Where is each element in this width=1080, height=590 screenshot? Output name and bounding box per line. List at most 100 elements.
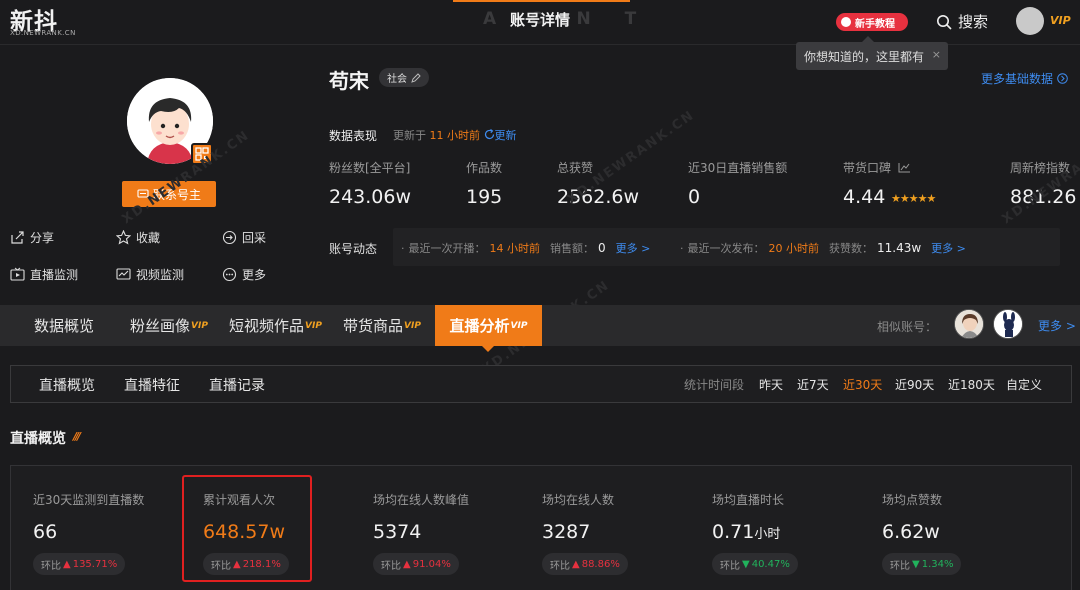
update-info: 更新于 11 小时前 更新 bbox=[393, 127, 517, 143]
tv-icon bbox=[10, 267, 25, 281]
stat-label: 总获赞 bbox=[557, 161, 594, 175]
metric-unit: 小时 bbox=[754, 527, 781, 542]
tutorial-label: 新手教程 bbox=[855, 18, 895, 30]
tab-label: 数据概览 bbox=[34, 317, 95, 335]
login-arrow-icon bbox=[222, 230, 237, 245]
refresh-button[interactable]: 更新 bbox=[484, 129, 517, 142]
logo-domain: XD.NEWRANK.CN bbox=[10, 29, 76, 37]
subnav-live-overview[interactable]: 直播概览 bbox=[39, 375, 95, 395]
tab-fans[interactable]: 粉丝画像 VIP bbox=[130, 305, 208, 346]
change-value: 88.86% bbox=[581, 558, 620, 570]
category-tag[interactable]: 社会 bbox=[379, 68, 429, 87]
category-label: 社会 bbox=[387, 74, 407, 85]
search-button[interactable]: 搜索 bbox=[936, 11, 988, 32]
tab-products[interactable]: 带货商品 VIP bbox=[343, 305, 421, 346]
similar-account-avatar[interactable] bbox=[954, 309, 984, 339]
stat-value: 0 bbox=[688, 186, 701, 208]
metric-change: 环比 ▼ 1.34% bbox=[882, 553, 962, 575]
last-live-time: 14 小时前 bbox=[489, 242, 541, 255]
period-label: 统计时间段 bbox=[684, 378, 745, 392]
video-monitor-label: 视频监测 bbox=[136, 268, 185, 282]
period-30d[interactable]: 近30天 bbox=[843, 376, 882, 393]
trace-button[interactable]: 回采 bbox=[222, 229, 266, 246]
tab-short-videos[interactable]: 短视频作品 VIP bbox=[229, 305, 322, 346]
up-arrow-icon: ▲ bbox=[63, 558, 71, 570]
last-post-prefix: 最近一次发布： bbox=[687, 242, 765, 255]
page-title: 账号详情 bbox=[509, 11, 570, 29]
trace-label: 回采 bbox=[242, 231, 267, 245]
tab-overview[interactable]: 数据概览 bbox=[34, 305, 94, 346]
trend-chart-icon[interactable] bbox=[898, 162, 911, 173]
down-arrow-icon: ▼ bbox=[912, 558, 920, 570]
rating-stars: ★★★★★ bbox=[891, 192, 936, 205]
likes-label: 获赞数： bbox=[829, 242, 873, 255]
tab-vip-badge: VIP bbox=[510, 320, 528, 331]
share-button[interactable]: 分享 bbox=[10, 229, 54, 246]
dynamics-label: 账号动态 bbox=[329, 242, 378, 256]
metric-value: 66 bbox=[33, 521, 58, 543]
subnav-live-features[interactable]: 直播特征 bbox=[124, 375, 180, 395]
stat-value: 195 bbox=[466, 186, 503, 208]
live-monitor-button[interactable]: 直播监测 bbox=[10, 266, 78, 283]
more-actions-button[interactable]: 更多 bbox=[222, 266, 266, 283]
refresh-icon bbox=[484, 129, 494, 140]
period-90d[interactable]: 近90天 bbox=[895, 376, 934, 393]
similar-more-link[interactable]: 更多 > bbox=[1038, 317, 1076, 334]
more-actions-label: 更多 bbox=[242, 268, 267, 282]
stat-value: 4.44 bbox=[843, 186, 886, 208]
tab-label: 直播分析 bbox=[449, 317, 510, 335]
down-arrow-icon: ▼ bbox=[742, 558, 750, 570]
metric-value: 6.62w bbox=[882, 521, 940, 543]
share-label: 分享 bbox=[30, 231, 55, 245]
star-icon bbox=[116, 230, 131, 245]
vip-badge[interactable]: VIP bbox=[1050, 14, 1071, 27]
more-dots-icon bbox=[222, 267, 237, 282]
period-custom[interactable]: 自定义 bbox=[1006, 376, 1042, 393]
change-label: 环比 bbox=[720, 560, 740, 572]
similar-account-avatar[interactable] bbox=[993, 309, 1023, 339]
period-yesterday[interactable]: 昨天 bbox=[759, 376, 783, 393]
account-name: 苟宋 bbox=[329, 69, 369, 93]
tooltip-close-icon[interactable]: × bbox=[932, 48, 941, 61]
metric-value: 3287 bbox=[542, 521, 591, 543]
more-basic-data-link[interactable]: 更多基础数据 bbox=[981, 70, 1068, 87]
stat-label: 粉丝数[全平台] bbox=[329, 161, 411, 175]
change-label: 环比 bbox=[550, 560, 570, 572]
period-180d[interactable]: 近180天 bbox=[948, 376, 995, 393]
period-7d[interactable]: 近7天 bbox=[797, 376, 829, 393]
last-post-time: 20 小时前 bbox=[768, 242, 820, 255]
stat-value: 243.06w bbox=[329, 186, 412, 208]
post-more-link[interactable]: 更多 > bbox=[931, 240, 966, 256]
video-monitor-button[interactable]: 视频监测 bbox=[116, 266, 184, 283]
tutorial-icon bbox=[841, 17, 851, 27]
change-value: 135.71% bbox=[72, 558, 118, 570]
favorite-button[interactable]: 收藏 bbox=[116, 229, 160, 246]
metric-label: 场均点赞数 bbox=[882, 493, 943, 507]
likes-value: 11.43w bbox=[877, 241, 922, 255]
tab-vip-badge: VIP bbox=[191, 320, 208, 331]
share-icon bbox=[11, 231, 24, 244]
chevron-right-circle-icon bbox=[1057, 73, 1068, 84]
metric-label: 场均在线人数 bbox=[542, 493, 615, 507]
live-more-link[interactable]: 更多 > bbox=[616, 240, 651, 256]
updated-time: 11 小时前 bbox=[429, 129, 481, 142]
metric-change: 环比 ▲ 135.71% bbox=[33, 553, 126, 575]
up-arrow-icon: ▲ bbox=[403, 558, 411, 570]
tooltip-text: 你想知道的，这里都有 bbox=[804, 49, 925, 64]
chart-monitor-icon bbox=[116, 268, 131, 280]
last-live-info: · 最近一次开播： 14 小时前 销售额： 0 更多 > bbox=[401, 240, 651, 256]
sales-label: 销售额： bbox=[550, 242, 594, 255]
tab-live-analysis[interactable]: 直播分析 VIP bbox=[435, 305, 542, 346]
user-avatar[interactable] bbox=[1016, 7, 1044, 35]
title-accent-bar bbox=[453, 0, 630, 2]
subnav-live-records[interactable]: 直播记录 bbox=[209, 375, 265, 395]
change-value: 1.34% bbox=[921, 558, 954, 570]
performance-label: 数据表现 bbox=[329, 129, 378, 143]
metric-change: 环比 ▼ 40.47% bbox=[712, 553, 798, 575]
change-label: 环比 bbox=[890, 560, 910, 572]
section-title: 直播概览 bbox=[10, 431, 66, 447]
stat-label-text: 带货口碑 bbox=[843, 161, 892, 175]
tab-label: 短视频作品 bbox=[229, 317, 305, 335]
tutorial-button[interactable]: 新手教程 bbox=[836, 13, 908, 31]
change-value: 91.04% bbox=[412, 558, 451, 570]
